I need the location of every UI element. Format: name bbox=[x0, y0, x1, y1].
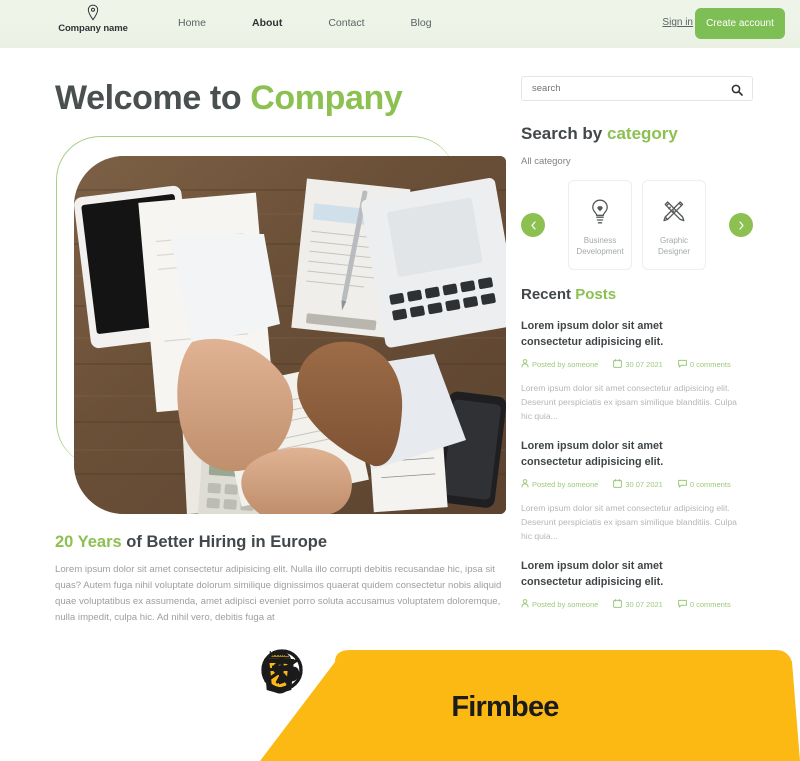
page-title-plain: Welcome to bbox=[55, 79, 251, 117]
post-meta: Posted by someone 30 07 2021 0 comments bbox=[521, 359, 753, 370]
category-heading-accent: category bbox=[607, 124, 678, 143]
location-pin-icon bbox=[85, 4, 101, 22]
post-author-label: Posted by someone bbox=[532, 600, 599, 609]
category-card-business-development[interactable]: Business Development bbox=[568, 180, 632, 270]
recent-posts-heading-accent: Posts bbox=[575, 286, 617, 303]
all-category-label[interactable]: All category bbox=[521, 156, 753, 167]
main-navigation: Home About Contact Blog bbox=[178, 17, 432, 29]
post-author-label: Posted by someone bbox=[532, 480, 599, 489]
category-heading: Search by category bbox=[521, 124, 753, 144]
post-comments-label: 0 comments bbox=[689, 480, 731, 489]
page-title: Welcome to Company bbox=[55, 79, 403, 118]
search-icon[interactable] bbox=[731, 83, 743, 101]
post-author: Posted by someone bbox=[521, 599, 598, 610]
post-comments: 0 comments bbox=[677, 479, 731, 490]
calendar-icon bbox=[613, 359, 623, 370]
post-date: 30 07 2021 bbox=[613, 599, 663, 610]
sign-in-link[interactable]: Sign in bbox=[662, 17, 693, 28]
nav-item-home[interactable]: Home bbox=[178, 17, 206, 29]
sponsor-banner: Firmbee HTML bbox=[260, 648, 800, 761]
post-comments: 0 comments bbox=[677, 359, 731, 370]
post-meta: Posted by someone 30 07 2021 0 comments bbox=[521, 599, 753, 610]
list-item[interactable]: Lorem ipsum dolor sit amet consectetur a… bbox=[521, 438, 753, 543]
post-date: 30 07 2021 bbox=[613, 359, 663, 370]
recent-posts-heading: Recent Posts bbox=[521, 286, 753, 303]
create-account-button[interactable]: Create account bbox=[695, 8, 785, 39]
chevron-left-icon[interactable] bbox=[521, 213, 545, 237]
post-date-label: 30 07 2021 bbox=[625, 480, 663, 489]
page-title-accent: Company bbox=[250, 79, 403, 117]
post-title[interactable]: Lorem ipsum dolor sit amet consectetur a… bbox=[521, 558, 726, 590]
post-title[interactable]: Lorem ipsum dolor sit amet consectetur a… bbox=[521, 318, 726, 350]
calendar-icon bbox=[613, 599, 623, 610]
post-meta: Posted by someone 30 07 2021 0 comments bbox=[521, 479, 753, 490]
category-card-label: Business Development bbox=[576, 236, 624, 256]
calendar-icon bbox=[613, 479, 623, 490]
article-title: 20 Years of Better Hiring in Europe bbox=[55, 533, 327, 552]
category-carousel: Business Development Graphic Designer bbox=[521, 180, 753, 270]
nav-item-blog[interactable]: Blog bbox=[411, 17, 432, 29]
post-date: 30 07 2021 bbox=[613, 479, 663, 490]
category-card-graphic-designer[interactable]: Graphic Designer bbox=[642, 180, 706, 270]
comment-bubble-icon bbox=[677, 359, 687, 370]
list-item[interactable]: Lorem ipsum dolor sit amet consectetur a… bbox=[521, 558, 753, 610]
article-title-plain: of Better Hiring in Europe bbox=[126, 533, 328, 551]
search-box[interactable] bbox=[521, 76, 753, 101]
post-comments: 0 comments bbox=[677, 599, 731, 610]
nav-item-contact[interactable]: Contact bbox=[328, 17, 364, 29]
comment-bubble-icon bbox=[677, 599, 687, 610]
comment-bubble-icon bbox=[677, 479, 687, 490]
lightbulb-icon bbox=[588, 197, 612, 227]
post-title[interactable]: Lorem ipsum dolor sit amet consectetur a… bbox=[521, 438, 726, 470]
post-comments-label: 0 comments bbox=[689, 600, 731, 609]
post-author-label: Posted by someone bbox=[532, 360, 599, 369]
post-author: Posted by someone bbox=[521, 359, 598, 370]
brand-logo[interactable]: Company name bbox=[48, 4, 138, 34]
post-excerpt: Lorem ipsum dolor sit amet consectetur a… bbox=[521, 503, 737, 541]
category-heading-plain: Search by bbox=[521, 124, 607, 143]
nav-item-about[interactable]: About bbox=[252, 17, 282, 29]
hero-image-block bbox=[56, 136, 506, 514]
post-comments-label: 0 comments bbox=[689, 360, 731, 369]
category-card-label: Graphic Designer bbox=[657, 236, 690, 256]
person-icon bbox=[521, 359, 529, 370]
search-input[interactable] bbox=[522, 83, 722, 94]
brand-name-label: Company name bbox=[58, 23, 128, 34]
firmbee-logo-group: Firmbee bbox=[261, 651, 559, 724]
firmbee-wordmark: Firmbee bbox=[451, 691, 559, 723]
post-date-label: 30 07 2021 bbox=[625, 600, 663, 609]
post-author: Posted by someone bbox=[521, 479, 598, 490]
post-excerpt: Lorem ipsum dolor sit amet consectetur a… bbox=[521, 383, 737, 421]
page-root: Company name Home About Contact Blog Sig… bbox=[0, 0, 800, 761]
post-date-label: 30 07 2021 bbox=[625, 360, 663, 369]
pencil-ruler-icon bbox=[660, 197, 688, 227]
person-icon bbox=[521, 479, 529, 490]
article-title-accent: 20 Years bbox=[55, 533, 127, 551]
hero-photo bbox=[74, 156, 506, 514]
person-icon bbox=[521, 599, 529, 610]
recent-posts-heading-plain: Recent bbox=[521, 286, 576, 303]
site-header: Company name Home About Contact Blog Sig… bbox=[0, 0, 800, 48]
chevron-right-icon[interactable] bbox=[729, 213, 753, 237]
sidebar: Search by category All category Business… bbox=[521, 76, 753, 610]
list-item[interactable]: Lorem ipsum dolor sit amet consectetur a… bbox=[521, 318, 753, 423]
article-body: Lorem ipsum dolor sit amet consectetur a… bbox=[55, 564, 502, 623]
